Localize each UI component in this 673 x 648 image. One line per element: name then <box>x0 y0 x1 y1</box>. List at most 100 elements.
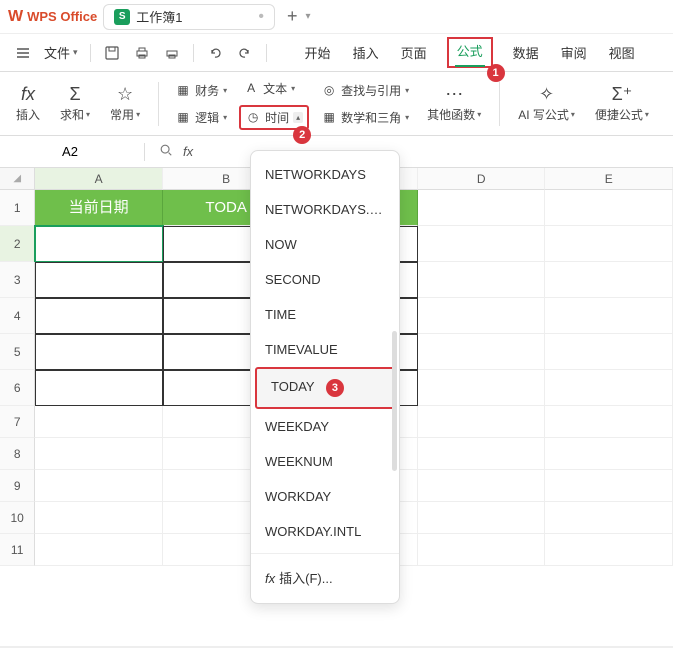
cell-a2[interactable] <box>35 226 163 262</box>
cell[interactable] <box>545 262 673 298</box>
finance-button[interactable]: ▦ 财务▾ <box>171 80 231 101</box>
row-header[interactable]: 11 <box>0 534 35 566</box>
row-header[interactable]: 10 <box>0 502 35 534</box>
more-functions-button[interactable]: ⋯ 其他函数▾ <box>421 84 487 123</box>
tab-page[interactable]: 页面 <box>399 37 429 68</box>
document-tab[interactable]: S 工作簿1 • <box>103 4 275 30</box>
cell[interactable] <box>35 502 163 534</box>
file-menu[interactable]: 文件 ▾ <box>40 40 82 65</box>
cell[interactable] <box>35 298 163 334</box>
tabs-chevron-icon[interactable]: ▾ <box>306 11 311 22</box>
tab-formula[interactable]: 公式 <box>455 38 485 67</box>
tab-data[interactable]: 数据 <box>511 37 541 68</box>
cell-e1[interactable] <box>545 190 673 226</box>
row-header[interactable]: 2 <box>0 226 35 262</box>
separator <box>90 44 91 62</box>
time-button[interactable]: ◷ 时间 ▴ <box>241 107 307 128</box>
cell[interactable] <box>545 470 673 502</box>
cell[interactable] <box>418 298 546 334</box>
new-tab-button[interactable]: + <box>287 6 298 27</box>
logic-button[interactable]: ▦ 逻辑▾ <box>171 107 231 128</box>
ai-label: AI 写公式 <box>518 106 569 123</box>
dd-item-today[interactable]: TODAY 3 <box>255 367 395 409</box>
dd-item-networkdays-intl[interactable]: NETWORKDAYS.IN... <box>251 192 399 227</box>
row-header[interactable]: 8 <box>0 438 35 470</box>
row-header[interactable]: 1 <box>0 190 35 226</box>
sum-button[interactable]: Σ 求和▾ <box>54 84 96 123</box>
cell[interactable] <box>35 334 163 370</box>
text-label: 文本 <box>263 80 287 97</box>
text-button[interactable]: A 文本▾ <box>239 78 309 99</box>
quick-formula-button[interactable]: Σ⁺ 便捷公式▾ <box>589 84 655 123</box>
cell-a1[interactable]: 当前日期 <box>35 190 163 226</box>
cell[interactable] <box>35 470 163 502</box>
cell[interactable] <box>418 334 546 370</box>
insert-function-button[interactable]: fx 插入 <box>10 84 46 123</box>
cell-d1[interactable] <box>418 190 546 226</box>
cell[interactable] <box>418 438 546 470</box>
tab-start[interactable]: 开始 <box>303 37 333 68</box>
lookup-button[interactable]: ◎ 查找与引用▾ <box>317 80 413 101</box>
undo-icon[interactable] <box>202 40 228 66</box>
chevron-up-icon[interactable]: ▴ <box>293 112 303 123</box>
cell[interactable] <box>545 438 673 470</box>
fx-label[interactable]: fx <box>183 144 193 159</box>
redo-icon[interactable] <box>232 40 258 66</box>
cell[interactable] <box>35 534 163 566</box>
dd-item-networkdays[interactable]: NETWORKDAYS <box>251 157 399 192</box>
cell-d2[interactable] <box>418 226 546 262</box>
cell[interactable] <box>418 406 546 438</box>
name-box[interactable] <box>10 142 130 161</box>
cell[interactable] <box>545 334 673 370</box>
row-header[interactable]: 4 <box>0 298 35 334</box>
clock-icon: ◷ <box>245 109 261 125</box>
cell[interactable] <box>545 502 673 534</box>
row-header[interactable]: 3 <box>0 262 35 298</box>
cell[interactable] <box>418 470 546 502</box>
ai-formula-button[interactable]: ✧ AI 写公式▾ <box>512 84 581 123</box>
cell[interactable] <box>545 534 673 566</box>
row-header[interactable]: 5 <box>0 334 35 370</box>
cell[interactable] <box>545 370 673 406</box>
dd-item-timevalue[interactable]: TIMEVALUE <box>251 332 399 367</box>
dd-item-insert-function[interactable]: fx插入(F)... <box>251 558 399 597</box>
row-header[interactable]: 7 <box>0 406 35 438</box>
row-header[interactable]: 6 <box>0 370 35 406</box>
dd-item-weeknum[interactable]: WEEKNUM <box>251 444 399 479</box>
cell[interactable] <box>545 406 673 438</box>
menu-bar: 文件 ▾ 开始 插入 页面 公式 1 数据 审阅 视图 <box>0 34 673 72</box>
cell[interactable] <box>35 406 163 438</box>
math-button[interactable]: ▦ 数学和三角▾ <box>317 107 413 128</box>
wps-icon: W <box>8 8 23 26</box>
dd-item-workday-intl[interactable]: WORKDAY.INTL <box>251 514 399 549</box>
tab-view[interactable]: 视图 <box>607 37 637 68</box>
select-all-corner[interactable]: ◢ <box>0 168 35 190</box>
save-icon[interactable] <box>99 40 125 66</box>
print-preview-icon[interactable] <box>159 40 185 66</box>
cell[interactable] <box>418 370 546 406</box>
menu-icon[interactable] <box>10 40 36 66</box>
row-header[interactable]: 9 <box>0 470 35 502</box>
common-button[interactable]: ☆ 常用▾ <box>104 84 146 123</box>
cell[interactable] <box>35 262 163 298</box>
cell[interactable] <box>418 262 546 298</box>
cell[interactable] <box>418 534 546 566</box>
tab-review[interactable]: 审阅 <box>559 37 589 68</box>
search-icon[interactable] <box>159 143 173 160</box>
tab-insert[interactable]: 插入 <box>351 37 381 68</box>
cell[interactable] <box>35 438 163 470</box>
dd-item-now[interactable]: NOW <box>251 227 399 262</box>
col-header-e[interactable]: E <box>545 168 673 190</box>
col-header-d[interactable]: D <box>418 168 546 190</box>
dropdown-scrollbar[interactable] <box>392 331 397 471</box>
print-icon[interactable] <box>129 40 155 66</box>
cell[interactable] <box>545 298 673 334</box>
dd-item-time[interactable]: TIME <box>251 297 399 332</box>
col-header-a[interactable]: A <box>35 168 163 190</box>
cell[interactable] <box>35 370 163 406</box>
dd-item-second[interactable]: SECOND <box>251 262 399 297</box>
cell[interactable] <box>418 502 546 534</box>
dd-item-weekday[interactable]: WEEKDAY <box>251 409 399 444</box>
dd-item-workday[interactable]: WORKDAY <box>251 479 399 514</box>
cell-e2[interactable] <box>545 226 673 262</box>
